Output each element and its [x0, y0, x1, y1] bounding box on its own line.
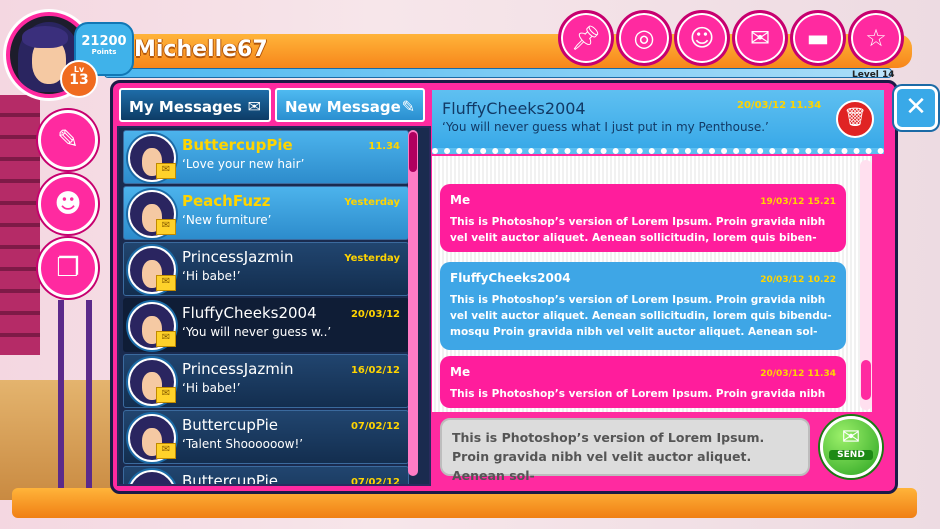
globe-icon[interactable]: ◎ [616, 10, 672, 66]
send-label: SEND [829, 450, 873, 460]
tab-my-messages[interactable]: My Messages ✉ [119, 88, 271, 122]
sender-name: PrincessJazmin [182, 248, 294, 266]
chat-scrollbar[interactable] [860, 160, 872, 410]
avatar-face [142, 484, 162, 486]
points-value: 21200 [81, 34, 127, 49]
envelope-icon[interactable]: ✉ [732, 10, 788, 66]
tab-new-message[interactable]: New Message ✎ [275, 88, 425, 122]
conversation-subject: ‘You will never guess what I just put in… [442, 120, 769, 134]
envelope-icon: ✉ [841, 425, 861, 450]
message-preview: ‘Hi babe!’ [182, 269, 241, 283]
list-item[interactable]: ✉ PrincessJazmin ‘Hi babe!’ Yesterday [123, 242, 409, 296]
send-button[interactable]: ✉ SEND [820, 416, 882, 478]
pencil-icon: ✎ [401, 97, 415, 116]
points-label: Points [91, 48, 117, 56]
message-time: 20/03/12 [350, 309, 400, 320]
sender-name: ButtercupPie [182, 136, 293, 154]
compose-field[interactable]: This is Photoshop’s version of Lorem Ips… [440, 418, 810, 483]
sender-name: ButtercupPie [182, 416, 279, 434]
scrollbar-thumb[interactable] [409, 132, 417, 172]
list-item[interactable]: ✉ PrincessJazmin ‘Hi babe!’ 16/02/12 [123, 354, 409, 408]
message-preview: ‘Talent Shoooooow!’ [182, 437, 304, 451]
profile-icon[interactable]: ☻ [38, 174, 98, 234]
envelope-icon: ✉ [156, 443, 176, 459]
message-time: 11.34 [368, 141, 400, 152]
scrollbar-thumb[interactable] [861, 360, 871, 400]
message-time: 16/02/12 [350, 365, 400, 376]
sender-name: ButtercupPie [182, 472, 279, 486]
chat-bubble-me: Me 20/03/12 11.34 This is Photoshop’s ve… [440, 356, 846, 408]
message-time: 07/02/12 [350, 477, 400, 486]
close-button[interactable]: ✕ [894, 86, 938, 130]
smiley-icon[interactable]: ☺ [674, 10, 730, 66]
message-list: ✉ ButtercupPie ‘Love your new hair’ 11.3… [117, 126, 431, 486]
sender-name: FluffyCheeks2004 [182, 304, 317, 322]
message-time: Yesterday [344, 197, 400, 208]
bubble-text: This is Photoshop’s version of Lorem Ips… [450, 294, 832, 338]
level-value: 13 [69, 72, 89, 88]
message-preview: ‘Love your new hair’ [182, 157, 305, 171]
sender-name: PrincessJazmin [182, 360, 294, 378]
lips-icon[interactable]: ▬ [790, 10, 846, 66]
list-item[interactable]: ✉ ButtercupPie ‘Talent Shoooooow!’ 07/02… [123, 410, 409, 464]
bubble-date: 19/03/12 15.21 [760, 197, 836, 207]
level-badge: Lv 13 [60, 60, 98, 98]
chair-leg [86, 300, 92, 500]
bubble-date: 20/03/12 10.22 [760, 275, 836, 285]
envelope-icon: ✉ [156, 331, 176, 347]
avatar [128, 470, 176, 486]
username: Michelle67 [134, 37, 268, 62]
envelope-icon: ✉ [247, 97, 261, 116]
message-list-scrollbar[interactable] [408, 130, 418, 476]
chat-bubble-them: FluffyCheeks2004 20/03/12 10.22 This is … [440, 262, 846, 350]
message-time: 07/02/12 [350, 421, 400, 432]
chat-bubble-me: Me 19/03/12 15.21 This is Photoshop’s ve… [440, 184, 846, 252]
tab-new-message-label: New Message [285, 98, 401, 116]
chair-leg [58, 300, 64, 500]
pin-icon[interactable]: 📌︎ [558, 10, 614, 66]
message-preview: ‘New furniture’ [182, 213, 272, 227]
bubble-text: This is Photoshop’s version of Lorem Ips… [450, 388, 826, 400]
message-preview: ‘Hi babe!’ [182, 381, 241, 395]
message-time: Yesterday [344, 253, 400, 264]
next-level-label: Level 14 [852, 70, 895, 80]
envelope-icon: ✉ [156, 387, 176, 403]
list-item[interactable]: ✉ FluffyCheeks2004 ‘You will never guess… [123, 298, 409, 352]
xp-progress-bar [104, 68, 892, 78]
envelope-icon: ✉ [156, 163, 176, 179]
list-item[interactable]: ✉ ButtercupPie ‘Love your new hair’ 11.3… [123, 130, 409, 184]
paintbrush-icon[interactable]: ✎ [38, 110, 98, 170]
envelope-icon: ✉ [156, 219, 176, 235]
conversation-header: FluffyCheeks2004 20/03/12 11.34 ‘You wil… [432, 90, 884, 154]
avatar-fringe [22, 26, 68, 48]
list-item[interactable]: ✉ PeachFuzz ‘New furniture’ Yesterday [123, 186, 409, 240]
trash-icon[interactable]: 🗑︎ [836, 100, 874, 138]
tab-my-messages-label: My Messages [129, 98, 242, 116]
sender-name: PeachFuzz [182, 192, 271, 210]
gift-icon[interactable]: ❐ [38, 238, 98, 298]
bubble-date: 20/03/12 11.34 [760, 369, 836, 379]
conversation-date: 20/03/12 11.34 [737, 100, 822, 111]
envelope-icon: ✉ [156, 275, 176, 291]
conversation-partner: FluffyCheeks2004 [442, 99, 586, 118]
bubble-text: This is Photoshop’s version of Lorem Ips… [450, 216, 826, 244]
message-preview: ‘You will never guess w..’ [182, 325, 332, 339]
list-item[interactable]: ✉ ButtercupPie 07/02/12 [123, 466, 409, 486]
star-icon[interactable]: ☆ [848, 10, 904, 66]
bookshelf [0, 95, 40, 355]
xp-progress-fill [105, 69, 868, 77]
chat-thread: Me 19/03/12 15.21 This is Photoshop’s ve… [432, 156, 872, 412]
